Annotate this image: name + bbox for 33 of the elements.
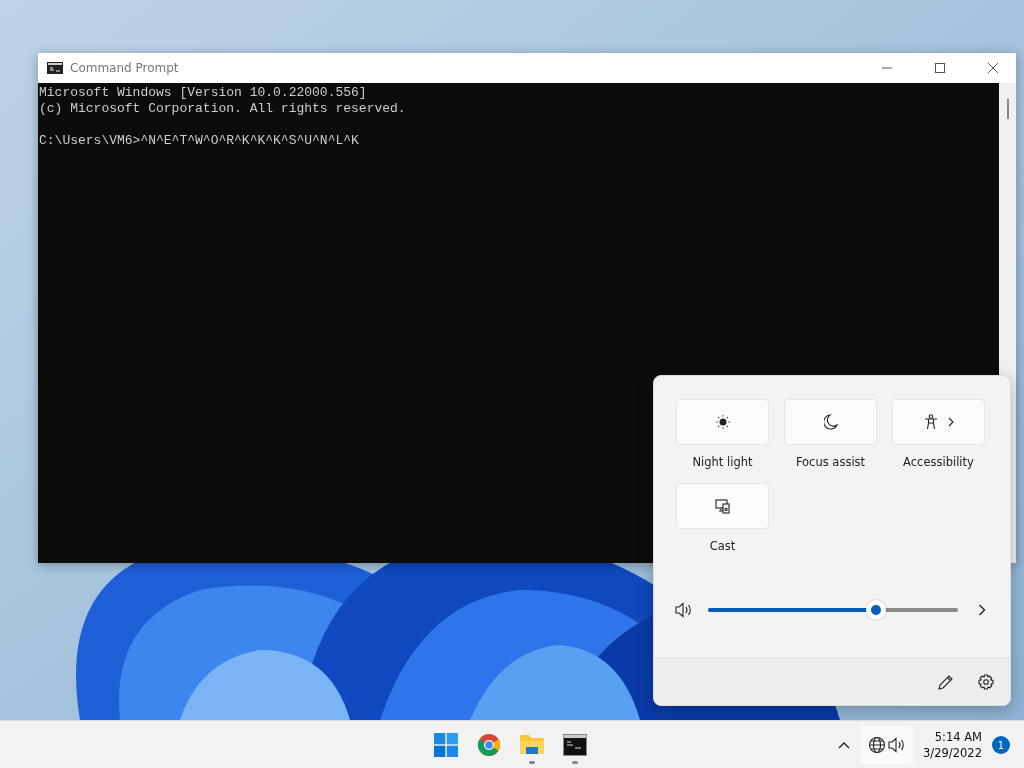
accessibility-icon: [923, 414, 938, 430]
network-volume-button[interactable]: [861, 726, 914, 764]
browser-icon: [477, 733, 501, 757]
tile-label: Night light: [692, 455, 753, 469]
close-icon: [988, 63, 998, 73]
globe-icon: [868, 736, 887, 754]
console-icon: [47, 62, 63, 74]
tile-label: Focus assist: [795, 455, 866, 469]
window-title: Command Prompt: [70, 61, 180, 75]
quick-setting-tile[interactable]: [676, 483, 769, 529]
console-line: Microsoft Windows [Version 10.0.22000.556]: [39, 85, 368, 101]
quick-setting-tile[interactable]: [676, 399, 769, 445]
terminal-icon: [563, 734, 587, 756]
moon-icon: [823, 414, 838, 430]
command-prompt-line: C:\Users\VM6>^N^E^T^W^O^R^K^K^K^S^U^N^L^K: [39, 133, 360, 149]
quick-setting-tile[interactable]: [784, 399, 877, 445]
chevron-icon: [947, 417, 954, 427]
maximize-icon: [935, 63, 945, 73]
tile-label: Cast: [709, 539, 736, 553]
cast-icon: [714, 498, 731, 514]
console-line: (c) Microsoft Corporation. All rights reserved.: [39, 101, 407, 117]
speaker-icon: [888, 737, 907, 753]
quick-setting-tile[interactable]: [892, 399, 985, 445]
settings-icon[interactable]: [976, 672, 996, 692]
windows-logo-icon: [434, 733, 458, 757]
notification-badge[interactable]: 1: [992, 736, 1010, 754]
brightness-icon: [714, 414, 731, 430]
tile-label: Accessibility: [903, 455, 974, 469]
folder-icon: [519, 734, 545, 756]
speaker-icon[interactable]: [674, 600, 694, 620]
volume-slider[interactable]: [708, 600, 958, 620]
slider-thumb[interactable]: [865, 600, 886, 620]
clock[interactable]: 5:14 AM 3/29/2022: [919, 729, 986, 761]
